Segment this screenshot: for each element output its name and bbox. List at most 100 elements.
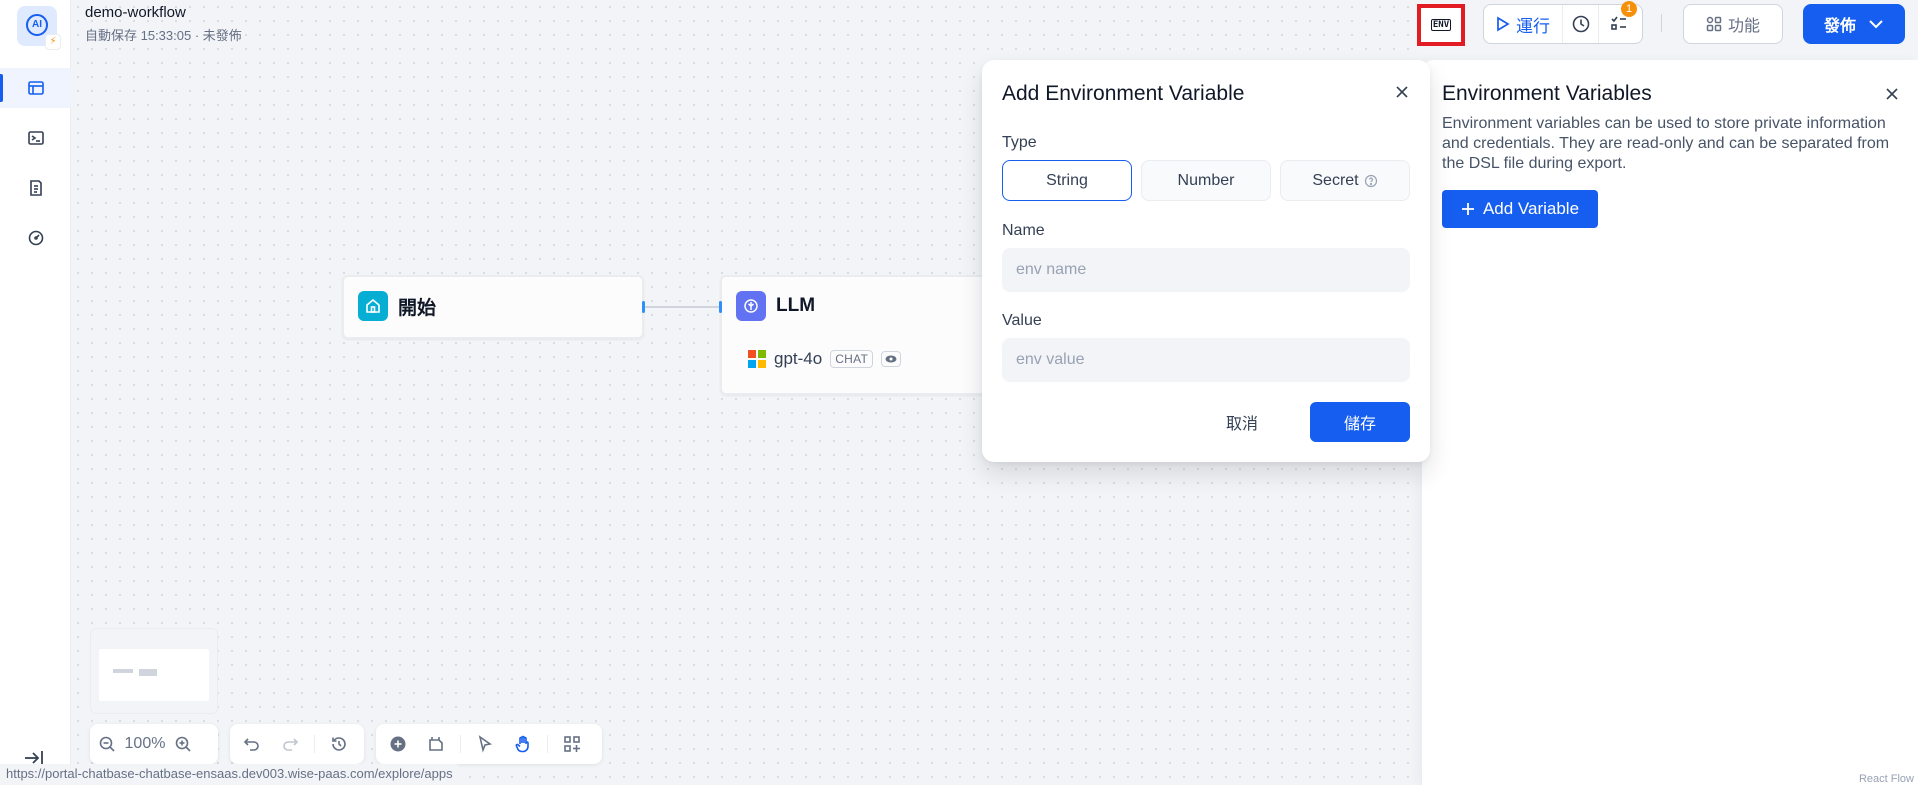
grid-layout-icon [564,736,580,752]
hand-mode-button[interactable] [507,728,539,760]
header-divider [1661,14,1662,32]
dialog-title: Add Environment Variable [1002,82,1245,105]
features-label: 功能 [1727,18,1760,35]
organize-blocks-button[interactable] [556,728,588,760]
features-grid-icon [1706,16,1722,32]
pointer-mode-button[interactable] [469,728,501,760]
cursor-icon [478,735,492,753]
sidebar-item-orchestrate[interactable] [0,68,71,108]
close-icon [1396,86,1408,98]
features-button[interactable]: 功能 [1683,4,1783,44]
zoom-level[interactable]: 100% [120,735,170,753]
minimap[interactable] [90,628,218,714]
env-icon: ENV [1430,19,1452,31]
redo-icon [283,738,299,751]
left-rail: AI ⚡ [0,0,71,785]
monitor-icon [28,230,43,246]
start-node-output-handle[interactable] [642,301,645,313]
help-circle-icon[interactable] [1364,174,1378,188]
play-icon [1497,16,1510,32]
chevron-down-icon [1869,20,1883,29]
terminal-icon [27,131,44,145]
add-env-variable-dialog: Add Environment Variable Type String Num… [982,60,1430,462]
type-label: Type [1002,134,1037,151]
minimap-viewport [99,649,209,701]
llm-node-title: LLM [776,295,816,316]
toolbar-divider [314,735,315,753]
type-option-label: Number [1177,171,1235,189]
type-option-string[interactable]: String [1002,160,1132,201]
type-option-label: Secret [1312,171,1359,189]
env-variables-panel: Environment Variables Environment variab… [1421,60,1918,785]
redo-button[interactable] [274,728,306,760]
value-label: Value [1002,312,1042,329]
vision-eye-icon [881,351,902,367]
checklist-icon [1611,16,1626,30]
type-option-secret[interactable]: Secret [1280,160,1410,201]
edge-start-to-llm[interactable] [644,306,722,308]
env-value-input[interactable] [1002,338,1410,382]
close-icon [1886,88,1898,100]
model-mode-tag: CHAT [830,350,874,368]
zoom-in-button[interactable] [170,728,196,760]
zoom-toolbar: 100% [90,724,218,764]
add-node-button[interactable] [382,728,414,760]
type-option-number[interactable]: Number [1141,160,1271,201]
run-label: 運行 [1516,16,1550,36]
publish-button[interactable]: 發佈 [1803,4,1905,44]
ai-robot-icon: AI [26,14,48,36]
workflow-icon [27,81,44,95]
control-toolbar [376,724,602,764]
app-logo[interactable]: AI ⚡ [17,6,61,50]
autosave-status: 自動保存 15:33:05 · 未發佈 [85,28,242,43]
env-variables-button[interactable]: ENV [1417,4,1465,46]
sidebar-item-logs[interactable] [0,168,71,208]
add-note-button[interactable] [420,728,452,760]
link-preview-url: https://portal-chatbase-chatbase-ensaas.… [0,764,459,785]
panel-title: Environment Variables [1442,82,1652,105]
plus-icon [1461,203,1474,215]
add-variable-button[interactable]: Add Variable [1442,190,1598,228]
llm-node-input-handle[interactable] [719,301,722,313]
start-node[interactable]: 開始 [342,275,645,339]
microsoft-logo-icon [748,350,766,368]
history-toolbar [230,724,364,764]
zoom-in-icon [175,736,191,752]
llm-node[interactable]: LLM gpt-4o CHAT [719,275,1020,395]
toolbar-divider [460,735,461,753]
save-button[interactable]: 儲存 [1310,402,1410,442]
start-node-header: 開始 [358,291,436,321]
type-option-label: String [1046,171,1088,189]
publish-label: 發佈 [1823,18,1856,35]
workflow-badge-icon: ⚡ [45,34,61,50]
panel-description: Environment variables can be used to sto… [1442,115,1890,172]
model-selector[interactable]: gpt-4o CHAT [748,349,902,369]
toolbar-divider [547,735,548,753]
minimap-node [113,669,133,673]
zoom-out-button[interactable] [94,728,120,760]
react-flow-attribution[interactable]: React Flow [1859,773,1914,785]
model-name: gpt-4o [774,349,823,368]
checklist-button[interactable]: 1 [1599,1,1639,43]
llm-brain-icon [736,291,766,321]
start-node-title: 開始 [398,297,437,319]
version-history-button[interactable] [323,728,355,760]
save-label: 儲存 [1343,416,1376,433]
app-name: demo-workflow [85,4,186,21]
undo-icon [243,738,259,751]
dialog-close-button[interactable] [1392,82,1412,102]
clock-play-icon [1572,15,1589,33]
logs-icon [29,180,42,196]
zoom-out-icon [99,736,115,752]
history-icon [332,737,346,751]
cancel-button[interactable]: 取消 [1192,402,1292,442]
cancel-label: 取消 [1225,416,1258,433]
name-label: Name [1002,222,1045,239]
env-name-input[interactable] [1002,248,1410,292]
panel-close-button[interactable] [1882,84,1902,104]
run-history-button[interactable] [1563,5,1599,43]
sidebar-item-api[interactable] [0,118,71,158]
sidebar-item-monitor[interactable] [0,218,71,258]
undo-button[interactable] [236,728,268,760]
run-button[interactable]: 運行 [1484,5,1563,43]
